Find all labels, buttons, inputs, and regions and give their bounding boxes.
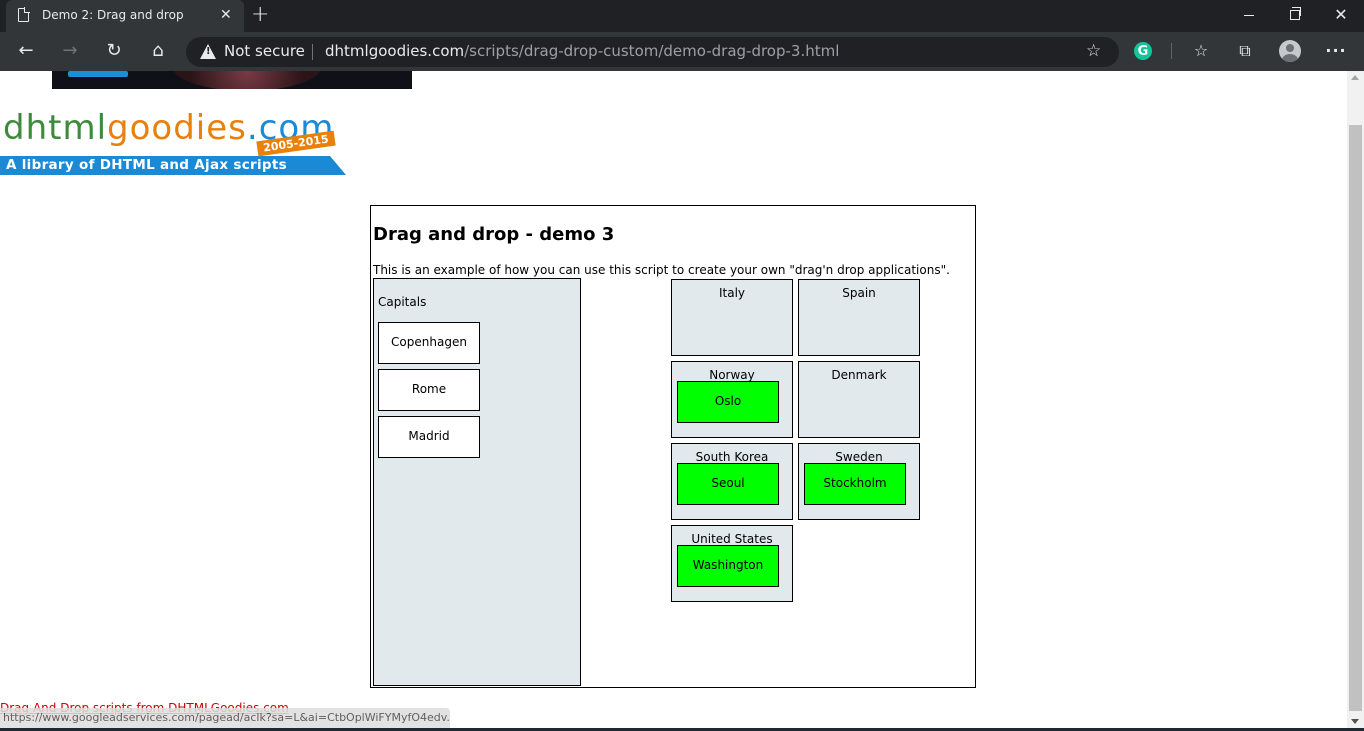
- favorite-star-icon[interactable]: ☆: [1086, 41, 1101, 61]
- country-label: Italy: [718, 286, 746, 300]
- vertical-scrollbar[interactable]: [1347, 71, 1364, 728]
- browser-toolbar: ← → ↻ ⌂ Not secure dhtmlgoodies.com/scri…: [0, 32, 1364, 71]
- country-drop-united-states[interactable]: United States Washington: [671, 525, 793, 602]
- capital-item-madrid[interactable]: Madrid: [378, 416, 480, 458]
- tab-title: Demo 2: Drag and drop: [42, 8, 184, 22]
- capitals-box[interactable]: Capitals Copenhagen Rome Madrid: [373, 278, 581, 686]
- reload-icon[interactable]: ↻: [102, 40, 126, 64]
- tab-bar: Demo 2: Drag and drop ✕ + ✕: [0, 0, 1364, 32]
- country-label: United States: [691, 532, 773, 546]
- forward-icon[interactable]: →: [58, 40, 82, 64]
- warning-icon: [200, 44, 216, 59]
- banner-image: [172, 71, 322, 89]
- divider: [1171, 43, 1172, 59]
- back-icon[interactable]: ←: [14, 40, 38, 64]
- city-item-seoul[interactable]: Seoul: [677, 463, 779, 505]
- grammarly-extension-icon[interactable]: G: [1134, 42, 1152, 60]
- country-label: Spain: [842, 286, 876, 300]
- new-tab-icon[interactable]: +: [251, 3, 269, 27]
- country-label: Norway: [709, 368, 755, 382]
- logo-tagline: A library of DHTML and Ajax scripts: [6, 157, 287, 173]
- home-icon[interactable]: ⌂: [146, 40, 170, 64]
- capitals-label: Capitals: [378, 295, 427, 309]
- scroll-down-icon[interactable]: [1351, 719, 1359, 724]
- divider: [312, 44, 313, 60]
- scroll-up-icon[interactable]: [1351, 75, 1359, 80]
- country-drop-italy[interactable]: Italy: [671, 279, 793, 356]
- capital-item-rome[interactable]: Rome: [378, 369, 480, 411]
- restore-button[interactable]: [1272, 0, 1318, 32]
- scroll-thumb[interactable]: [1349, 125, 1362, 711]
- country-drop-norway[interactable]: Norway Oslo: [671, 361, 793, 438]
- site-logo[interactable]: dhtmlgoodies.com A library of DHTML and …: [0, 108, 350, 178]
- collections-icon[interactable]: ⧉: [1234, 40, 1256, 62]
- country-label: South Korea: [695, 450, 769, 464]
- address-bar[interactable]: Not secure dhtmlgoodies.com/scripts/drag…: [186, 37, 1119, 67]
- city-item-oslo[interactable]: Oslo: [677, 381, 779, 423]
- close-window-button[interactable]: ✕: [1318, 0, 1364, 32]
- more-icon[interactable]: ···: [1325, 40, 1347, 62]
- city-item-washington[interactable]: Washington: [677, 545, 779, 587]
- demo-description: This is an example of how you can use th…: [373, 263, 950, 277]
- ad-banner[interactable]: [52, 71, 412, 89]
- demo-container: Drag and drop - demo 3 This is an exampl…: [370, 205, 976, 688]
- page-title: Drag and drop - demo 3: [373, 224, 615, 245]
- page-icon: [18, 7, 30, 22]
- url-path: /scripts/drag-drop-custom/demo-drag-drop…: [464, 42, 840, 60]
- url-host: dhtmlgoodies.com: [325, 42, 465, 60]
- banner-logo: [68, 71, 128, 77]
- browser-tab[interactable]: Demo 2: Drag and drop ✕: [6, 0, 244, 32]
- city-item-stockholm[interactable]: Stockholm: [804, 463, 906, 505]
- favorites-icon[interactable]: ☆: [1190, 40, 1212, 62]
- country-drop-denmark[interactable]: Denmark: [798, 361, 920, 438]
- status-url-bubble: https://www.googleadservices.com/pagead/…: [0, 708, 450, 728]
- country-drop-spain[interactable]: Spain: [798, 279, 920, 356]
- country-drop-south-korea[interactable]: South Korea Seoul: [671, 443, 793, 520]
- url-text[interactable]: dhtmlgoodies.com/scripts/drag-drop-custo…: [325, 42, 839, 60]
- country-label: Sweden: [835, 450, 883, 464]
- security-label[interactable]: Not secure: [224, 42, 305, 60]
- capital-item-copenhagen[interactable]: Copenhagen: [378, 322, 480, 364]
- country-label: Denmark: [831, 368, 887, 382]
- profile-avatar[interactable]: [1279, 40, 1301, 62]
- minimize-button[interactable]: [1226, 0, 1272, 32]
- close-tab-icon[interactable]: ✕: [220, 6, 232, 24]
- country-drop-sweden[interactable]: Sweden Stockholm: [798, 443, 920, 520]
